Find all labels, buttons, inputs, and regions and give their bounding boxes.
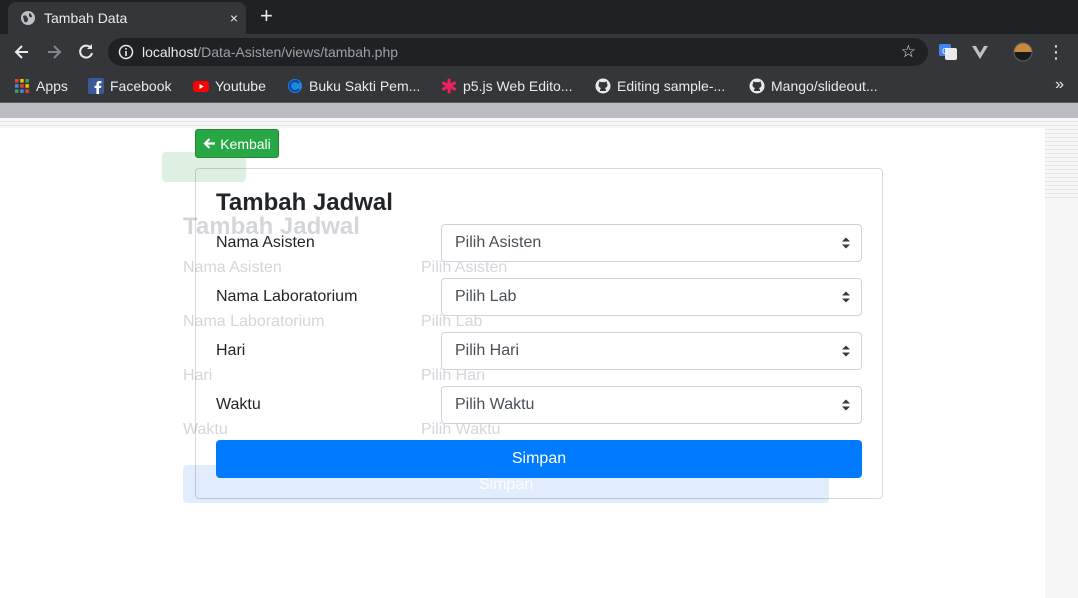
simpan-label: Simpan (511, 450, 567, 467)
tab-tambah-data[interactable]: Tambah Data × (8, 2, 246, 34)
simpan-button[interactable]: Simpan (216, 440, 862, 478)
globe-icon (21, 11, 35, 25)
menu-kebab-icon[interactable]: ⋮ (1046, 42, 1066, 62)
arrow-left-icon (203, 138, 216, 149)
bookmark-label: p5.js Web Edito... (463, 78, 573, 94)
google-translate-icon[interactable]: G (938, 42, 958, 62)
select-value: Pilih Asisten (455, 234, 542, 251)
bookmark-label: Mango/slideout... (771, 78, 878, 94)
bookmark-facebook[interactable]: Facebook (88, 76, 171, 96)
label-nama-laboratorium: Nama Laboratorium (216, 288, 358, 305)
facebook-icon (88, 78, 104, 94)
bookmark-label: Youtube (215, 78, 266, 94)
url-text: localhost/Data-Asisten/views/tambah.php (142, 44, 398, 60)
github-icon (595, 78, 611, 94)
bookmark-label: Buku Sakti Pem... (309, 78, 421, 94)
select-waktu[interactable]: Pilih Waktu (441, 386, 862, 424)
select-caret-icon (842, 399, 850, 411)
ghost-bookmark-strip (0, 102, 1078, 118)
address-bar[interactable]: localhost/Data-Asisten/views/tambah.php … (108, 38, 928, 66)
bookmark-youtube[interactable]: Youtube (193, 76, 266, 96)
select-value: Pilih Waktu (455, 396, 535, 413)
label-nama-asisten: Nama Asisten (216, 234, 315, 251)
close-tab-icon[interactable]: × (230, 8, 238, 28)
info-icon[interactable] (118, 44, 134, 60)
bookmark-label: Facebook (110, 78, 172, 94)
bookmark-apps[interactable]: Apps (14, 76, 68, 96)
buku-sakti-icon (288, 79, 302, 93)
tab-strip: Tambah Data × + (0, 0, 1078, 34)
label-waktu: Waktu (216, 396, 261, 413)
select-caret-icon (842, 291, 850, 303)
youtube-icon (193, 81, 209, 92)
vue-devtools-icon[interactable] (970, 42, 990, 62)
profile-avatar-icon[interactable] (1013, 42, 1033, 62)
svg-text:G: G (942, 47, 948, 56)
github-icon (749, 78, 765, 94)
more-bookmarks-icon[interactable]: » (1055, 76, 1064, 94)
browser-toolbar: localhost/Data-Asisten/views/tambah.php … (0, 34, 1078, 70)
select-caret-icon (842, 237, 850, 249)
new-tab-icon[interactable]: + (260, 4, 273, 28)
bookmark-label: Apps (36, 78, 68, 94)
bookmark-mango-slideout[interactable]: Mango/slideout... (749, 76, 878, 96)
label-hari: Hari (216, 342, 246, 359)
forward-arrow-icon[interactable] (44, 42, 64, 62)
select-caret-icon (842, 345, 850, 357)
bookmarks-bar: Apps Facebook Youtube Buku Sakti Pem... … (0, 70, 1078, 103)
kembali-label: Kembali (220, 135, 271, 152)
select-nama-asisten[interactable]: Pilih Asisten (441, 224, 862, 262)
url-path: /Data-Asisten/views/tambah.php (197, 44, 399, 60)
select-value: Pilih Hari (455, 342, 520, 359)
bookmark-star-icon[interactable]: ☆ (901, 42, 916, 62)
reload-icon[interactable] (76, 42, 96, 62)
p5js-icon (442, 78, 456, 94)
page-title: Tambah Jadwal (216, 189, 393, 216)
bookmark-label: Editing sample-... (617, 78, 726, 94)
kembali-button[interactable]: Kembali (195, 129, 279, 158)
select-hari[interactable]: Pilih Hari (441, 332, 862, 370)
apps-grid-icon (15, 79, 29, 93)
select-value: Pilih Lab (455, 288, 517, 305)
tab-title: Tambah Data (44, 10, 128, 26)
bookmark-p5js[interactable]: p5.js Web Edito... (441, 76, 572, 96)
back-arrow-icon[interactable] (12, 42, 32, 62)
bookmark-editing-sample[interactable]: Editing sample-... (595, 76, 725, 96)
select-nama-laboratorium[interactable]: Pilih Lab (441, 278, 862, 316)
bookmark-buku-sakti[interactable]: Buku Sakti Pem... (287, 76, 420, 96)
url-host: localhost (142, 44, 198, 60)
